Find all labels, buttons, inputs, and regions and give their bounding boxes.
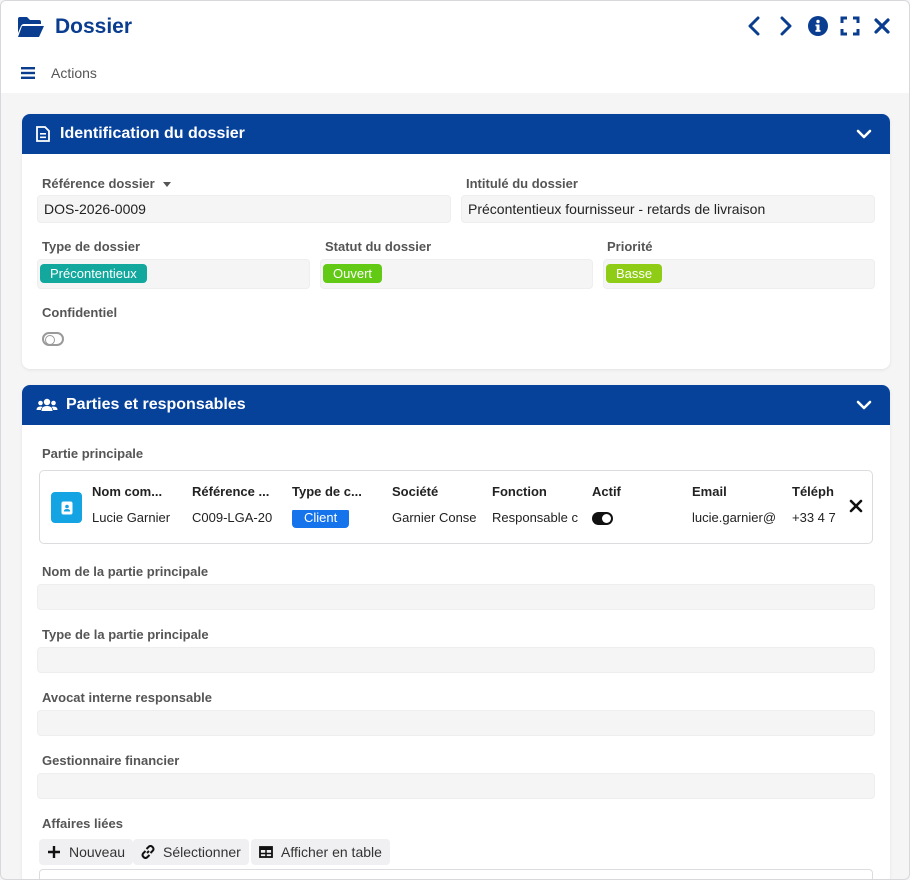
type-dossier-tag: Précontentieux xyxy=(40,264,147,283)
col-type: Type de c... Client xyxy=(292,484,378,528)
identification-section: Identification du dossier Référence doss… xyxy=(22,114,890,369)
nom-partie-field[interactable] xyxy=(37,584,875,610)
afficher-en-table-button[interactable]: Afficher en table xyxy=(251,839,390,865)
cell-telephone: +33 4 7 xyxy=(792,510,836,525)
window-header: Dossier Actions xyxy=(1,1,909,93)
close-icon xyxy=(874,18,890,34)
cell-fonction: Responsable c xyxy=(492,510,578,525)
col-email: Email lucie.garnier@ xyxy=(692,484,778,528)
document-icon xyxy=(36,126,52,142)
caret-down-icon xyxy=(162,182,171,188)
confidentiel-toggle[interactable] xyxy=(42,332,64,346)
col-header-nom: Nom com... xyxy=(92,484,163,499)
cell-nom: Lucie Garnier xyxy=(92,510,171,525)
folder-open-icon xyxy=(18,17,44,37)
info-button[interactable] xyxy=(807,15,829,37)
intitule-dossier-field[interactable]: Précontentieux fournisseur - retards de … xyxy=(461,195,875,223)
col-fonction: Fonction Responsable c xyxy=(492,484,578,528)
statut-dossier-tag: Ouvert xyxy=(323,264,383,283)
cell-reference: C009-LGA-20 xyxy=(192,510,273,525)
reference-dossier-label[interactable]: Référence dossier xyxy=(42,176,171,191)
gestionnaire-label: Gestionnaire financier xyxy=(42,753,180,768)
info-icon xyxy=(808,16,828,36)
avocat-field[interactable] xyxy=(37,710,875,736)
col-header-reference: Référence ... xyxy=(192,484,270,499)
window-controls xyxy=(743,15,893,37)
nouveau-button[interactable]: Nouveau xyxy=(39,839,134,865)
col-header-type: Type de c... xyxy=(292,484,362,499)
parties-section-title: Parties et responsables xyxy=(66,396,246,413)
selectionner-button[interactable]: Sélectionner xyxy=(133,839,249,865)
col-header-actif: Actif xyxy=(592,484,621,499)
cell-societe: Garnier Conse xyxy=(392,510,477,525)
priorite-label: Priorité xyxy=(607,239,653,254)
afficher-en-table-label: Afficher en table xyxy=(281,844,382,860)
col-header-societe: Société xyxy=(392,484,439,499)
table-icon xyxy=(259,845,273,859)
title-row: Dossier xyxy=(17,13,132,41)
next-button[interactable] xyxy=(775,15,797,37)
col-reference: Référence ... C009-LGA-20 xyxy=(192,484,278,528)
cell-actif-toggle[interactable] xyxy=(592,512,613,525)
affaires-liees-label: Affaires liées xyxy=(42,816,123,831)
reference-dossier-label-text: Référence dossier xyxy=(42,176,155,191)
selectionner-label: Sélectionner xyxy=(163,844,241,860)
col-nom: Nom com... Lucie Garnier xyxy=(92,484,178,528)
chevron-down-icon[interactable] xyxy=(856,397,872,413)
close-button[interactable] xyxy=(871,15,893,37)
window-title: Dossier xyxy=(55,15,133,38)
type-dossier-label: Type de dossier xyxy=(42,239,141,254)
type-partie-label: Type de la partie principale xyxy=(42,627,209,642)
nouveau-label: Nouveau xyxy=(69,844,126,860)
reference-dossier-field[interactable]: DOS-2026-0009 xyxy=(37,195,451,223)
nom-partie-label: Nom de la partie principale xyxy=(42,564,209,579)
remove-partie-icon[interactable] xyxy=(849,499,863,513)
cell-type-tag: Client xyxy=(292,510,350,528)
contact-card-icon xyxy=(51,492,82,523)
col-actif: Actif xyxy=(592,484,678,528)
col-societe: Société Garnier Conse xyxy=(392,484,478,528)
identification-section-header[interactable]: Identification du dossier xyxy=(22,114,890,154)
gestionnaire-field[interactable] xyxy=(37,773,875,799)
type-partie-field[interactable] xyxy=(37,647,875,673)
dossier-window: Dossier Actions Identification du dossie… xyxy=(0,0,910,880)
col-header-telephone: Téléph xyxy=(792,484,834,499)
statut-dossier-field[interactable]: Ouvert xyxy=(320,259,593,289)
chevron-left-icon xyxy=(748,16,760,36)
col-header-fonction: Fonction xyxy=(492,484,547,499)
type-dossier-field[interactable]: Précontentieux xyxy=(37,259,310,289)
parties-section: Parties et responsables Partie principal… xyxy=(22,385,890,879)
actions-label: Actions xyxy=(51,65,97,81)
identification-section-title: Identification du dossier xyxy=(60,125,245,142)
link-icon xyxy=(141,845,155,859)
hamburger-icon xyxy=(21,67,35,79)
partie-principale-card[interactable]: Nom com... Lucie Garnier Référence ... C… xyxy=(39,470,873,544)
priorite-tag: Basse xyxy=(606,264,663,283)
expand-icon xyxy=(840,16,860,36)
fullscreen-button[interactable] xyxy=(839,15,861,37)
chevron-right-icon xyxy=(780,16,792,36)
actions-menu[interactable]: Actions xyxy=(21,65,97,81)
col-header-email: Email xyxy=(692,484,727,499)
intitule-dossier-label: Intitulé du dossier xyxy=(466,176,578,191)
priorite-field[interactable]: Basse xyxy=(603,259,875,289)
chevron-down-icon[interactable] xyxy=(856,126,872,142)
col-telephone: Téléph +33 4 7 xyxy=(792,484,836,528)
confidentiel-label: Confidentiel xyxy=(42,305,118,320)
plus-icon xyxy=(47,845,61,859)
partie-principale-label: Partie principale xyxy=(42,446,144,461)
statut-dossier-label: Statut du dossier xyxy=(325,239,432,254)
parties-section-header[interactable]: Parties et responsables xyxy=(22,385,890,425)
cell-email: lucie.garnier@ xyxy=(692,510,777,525)
previous-button[interactable] xyxy=(743,15,765,37)
affaires-liees-list[interactable] xyxy=(39,869,873,879)
users-icon xyxy=(36,397,58,413)
avocat-label: Avocat interne responsable xyxy=(42,690,213,705)
